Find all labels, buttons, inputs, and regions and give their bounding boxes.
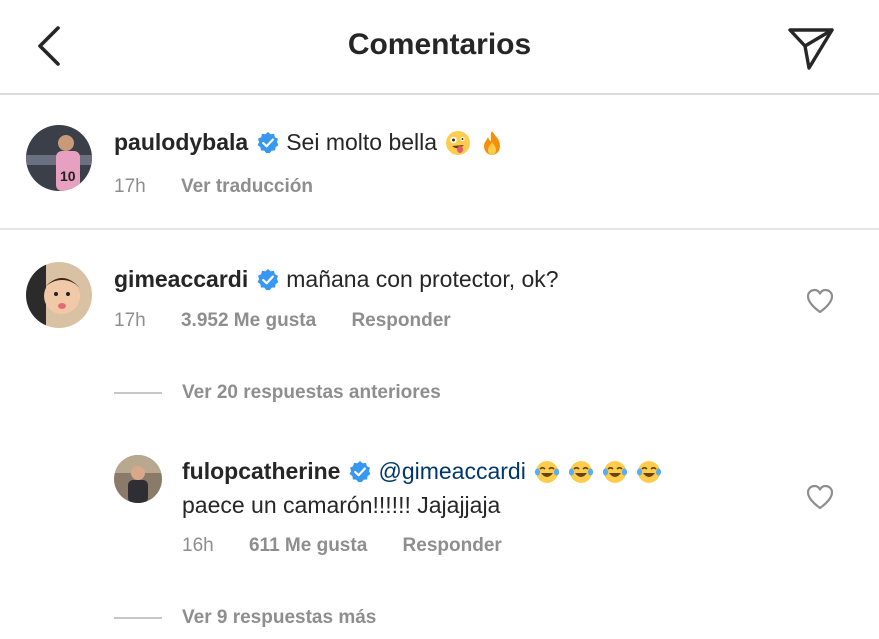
reply-text: paece un camarón!!!!!! Jajajjaja [182,492,501,518]
comment-time: 17h [114,310,146,331]
svg-text:10: 10 [60,168,76,184]
comment-text: mañana con protector, ok? [286,266,559,292]
avatar[interactable]: 10 [26,125,92,191]
view-more-replies-label: Ver 9 respuestas más [182,607,377,628]
username[interactable]: fulopcatherine [182,458,340,485]
tears-of-joy-emoji-icon [534,460,559,483]
comment-item: gimeaccardi mañana con protector, ok? 17… [0,232,879,362]
share-button[interactable] [785,22,837,72]
tears-of-joy-emoji-icon [602,460,627,483]
page-title: Comentarios [347,28,532,61]
replies-dash [114,617,162,619]
avatar[interactable] [114,455,162,503]
comment-item: 10 paulodybala Sei molto bella 17h Ver t… [0,95,879,230]
likes-count[interactable]: 611 Me gusta [249,535,367,556]
mention-link[interactable]: @gimeaccardi [378,458,525,485]
likes-count[interactable]: 3.952 Me gusta [181,310,316,331]
comment-time: 17h [114,176,146,197]
see-translation-link[interactable]: Ver traducción [181,176,313,197]
view-more-replies-button[interactable]: Ver 9 respuestas más [114,607,376,629]
reply-button[interactable]: Responder [403,535,502,556]
tears-of-joy-emoji-icon [568,460,593,483]
like-button[interactable] [806,288,834,314]
comment-text: Sei molto bella [286,129,438,155]
fire-emoji-icon [484,130,501,155]
reply-time: 16h [182,535,214,556]
reply-item: fulopcatherine @gimeaccardi paece un cam… [0,440,879,570]
zany-face-emoji-icon [446,130,471,155]
like-button[interactable] [806,484,834,510]
reply-button[interactable]: Responder [351,310,450,331]
avatar[interactable] [26,262,92,328]
username[interactable]: paulodybala [114,129,248,156]
paper-plane-icon [788,28,834,70]
tears-of-joy-emoji-icon [636,460,661,483]
verified-badge-icon [350,460,371,482]
view-previous-replies-button[interactable]: Ver 20 respuestas anteriores [114,382,441,404]
verified-badge-icon [257,268,279,290]
username[interactable]: gimeaccardi [114,266,248,293]
divider [0,228,879,230]
replies-dash [114,392,162,394]
header-bar: Comentarios [0,0,879,95]
view-previous-replies-label: Ver 20 respuestas anteriores [182,382,441,403]
verified-badge-icon [257,131,279,153]
heart-icon [806,484,834,510]
heart-icon [806,288,834,314]
